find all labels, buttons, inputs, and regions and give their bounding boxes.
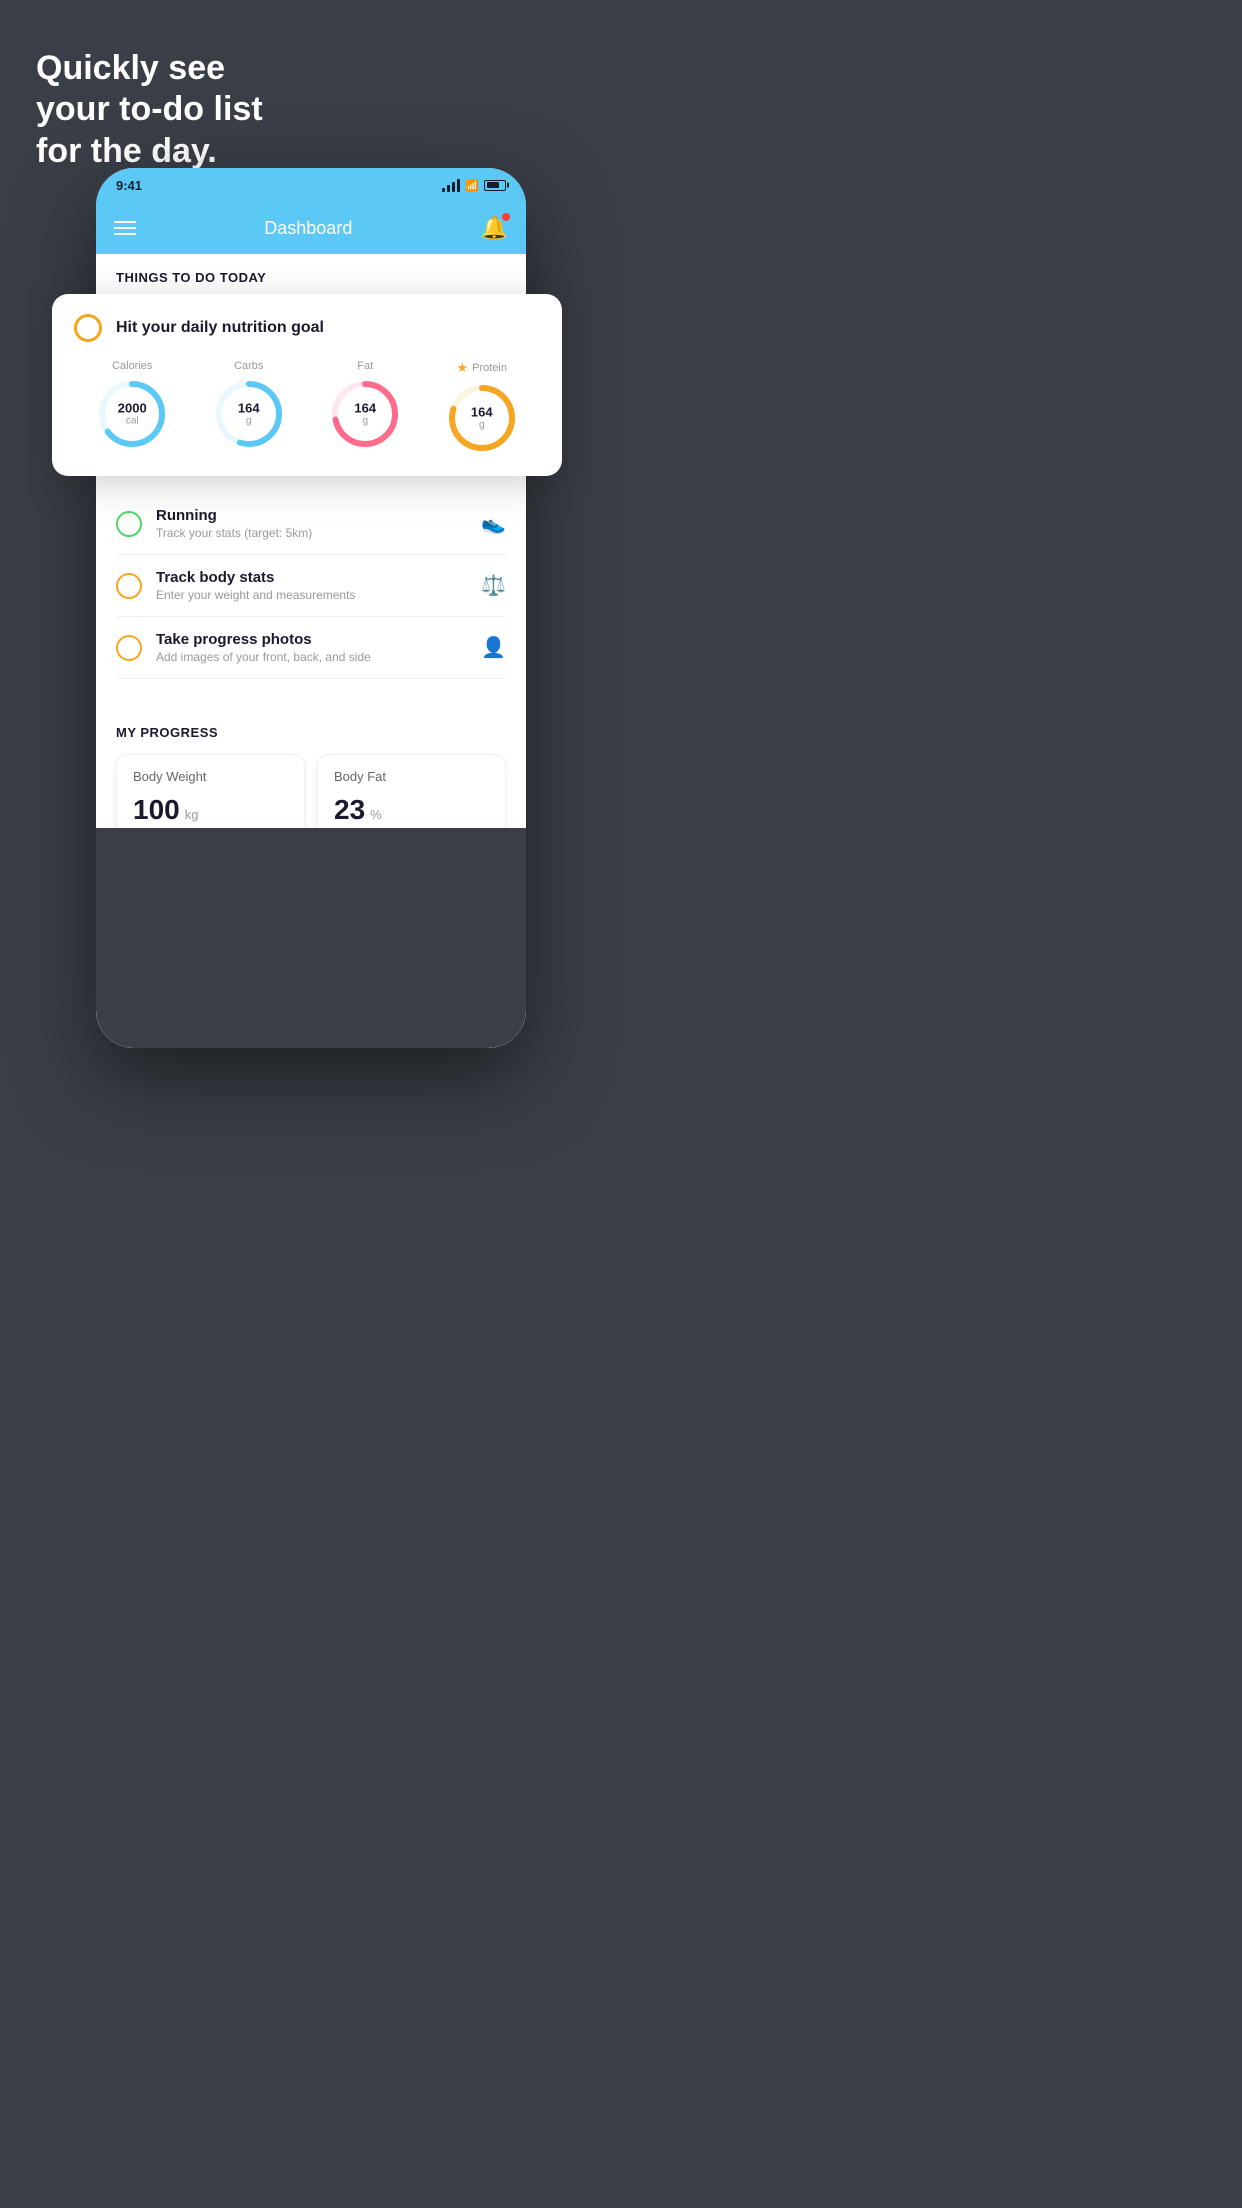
carbs-circle: 164 g <box>213 378 285 450</box>
fat-stat: Fat 164 g <box>329 360 401 450</box>
carbs-value: 164 <box>238 401 260 415</box>
nutrition-check-circle <box>74 314 102 342</box>
carbs-label: Carbs <box>234 360 263 372</box>
notifications-button[interactable]: 🔔 <box>481 215 508 241</box>
todo-title-photos: Take progress photos <box>156 631 467 648</box>
protein-stat: ★ Protein 164 g <box>446 360 518 454</box>
bottom-bg <box>96 828 526 1048</box>
todo-text-photos: Take progress photos Add images of your … <box>156 631 467 664</box>
fat-circle: 164 g <box>329 378 401 450</box>
todo-check-bodystats <box>116 573 142 599</box>
body-fat-value: 23 <box>334 794 365 826</box>
scale-icon: ⚖️ <box>481 573 506 598</box>
fat-label: Fat <box>357 360 373 372</box>
body-weight-label: Body Weight <box>133 769 288 784</box>
wifi-icon: 📶 <box>465 179 479 192</box>
menu-button[interactable] <box>114 221 136 235</box>
body-weight-unit: kg <box>185 807 199 822</box>
body-fat-label: Body Fat <box>334 769 489 784</box>
todo-check-photos <box>116 635 142 661</box>
header-title: Dashboard <box>264 218 352 239</box>
status-bar: 9:41 📶 <box>96 168 526 202</box>
hero-line2: your to-do list <box>36 90 263 128</box>
protein-unit: g <box>471 420 493 431</box>
calories-value: 2000 <box>118 401 147 415</box>
todo-check-running <box>116 511 142 537</box>
body-fat-value-row: 23 % <box>334 794 489 826</box>
calories-stat: Calories 2000 cal <box>96 360 168 450</box>
todo-title-bodystats: Track body stats <box>156 569 467 586</box>
signal-icon <box>442 179 460 192</box>
todo-item-photos[interactable]: Take progress photos Add images of your … <box>116 617 506 679</box>
progress-title: MY PROGRESS <box>116 725 506 740</box>
things-to-do-header: THINGS TO DO TODAY <box>96 254 526 293</box>
hero-text: Quickly see your to-do list for the day. <box>36 48 263 172</box>
todo-item-running[interactable]: Running Track your stats (target: 5km) 👟 <box>116 493 506 555</box>
body-fat-unit: % <box>370 807 382 822</box>
status-icons: 📶 <box>442 179 506 192</box>
hero-line3: for the day. <box>36 132 217 170</box>
nutrition-card-title: Hit your daily nutrition goal <box>116 319 324 337</box>
hero-line1: Quickly see <box>36 49 225 87</box>
photo-icon: 👤 <box>481 635 506 660</box>
star-icon: ★ <box>456 360 468 376</box>
nutrition-card: Hit your daily nutrition goal Calories 2… <box>52 294 562 476</box>
body-weight-value: 100 <box>133 794 180 826</box>
battery-icon <box>484 180 506 191</box>
todo-text-bodystats: Track body stats Enter your weight and m… <box>156 569 467 602</box>
todo-title-running: Running <box>156 507 467 524</box>
calories-circle: 2000 cal <box>96 378 168 450</box>
calories-label: Calories <box>112 360 152 372</box>
todo-list: Running Track your stats (target: 5km) 👟… <box>96 493 526 679</box>
carbs-stat: Carbs 164 g <box>213 360 285 450</box>
running-icon: 👟 <box>481 511 506 536</box>
protein-circle: 164 g <box>446 382 518 454</box>
todo-subtitle-running: Track your stats (target: 5km) <box>156 526 467 540</box>
todo-subtitle-bodystats: Enter your weight and measurements <box>156 588 467 602</box>
nutrition-card-header: Hit your daily nutrition goal <box>74 314 540 342</box>
app-header: Dashboard 🔔 <box>96 202 526 254</box>
carbs-unit: g <box>238 416 260 427</box>
protein-value: 164 <box>471 405 493 419</box>
calories-unit: cal <box>118 416 147 427</box>
notification-badge <box>502 213 510 221</box>
status-time: 9:41 <box>116 178 142 193</box>
fat-unit: g <box>354 416 376 427</box>
todo-text-running: Running Track your stats (target: 5km) <box>156 507 467 540</box>
nutrition-stats: Calories 2000 cal Carbs <box>74 360 540 454</box>
fat-value: 164 <box>354 401 376 415</box>
protein-label: ★ Protein <box>456 360 507 376</box>
todo-subtitle-photos: Add images of your front, back, and side <box>156 650 467 664</box>
body-weight-value-row: 100 kg <box>133 794 288 826</box>
todo-item-bodystats[interactable]: Track body stats Enter your weight and m… <box>116 555 506 617</box>
